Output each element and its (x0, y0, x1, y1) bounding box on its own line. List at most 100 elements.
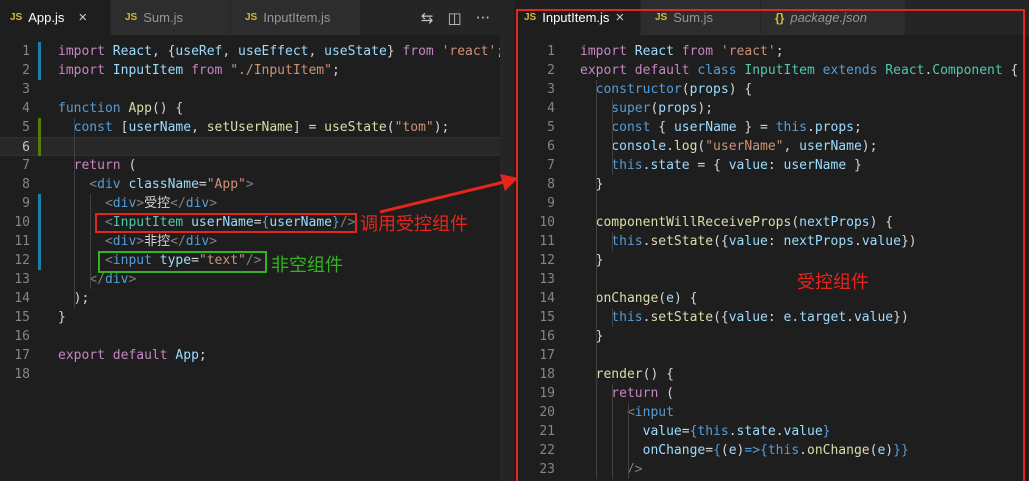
code-token: function (58, 101, 129, 116)
code-token: > (136, 196, 145, 211)
indent-guide (74, 118, 75, 308)
tab-app-js[interactable]: JS App.js × (0, 0, 111, 35)
code-token: , { (151, 44, 176, 59)
code-text: <div>非控</div> (58, 232, 217, 251)
code-token: "tom" (394, 120, 434, 135)
code-token: App (128, 101, 152, 116)
line-number: 16 (14, 329, 30, 344)
code-line[interactable]: 16 (0, 327, 500, 346)
code-line[interactable]: 15} (0, 308, 500, 327)
code-line[interactable]: 3 (0, 80, 500, 99)
line-number: 18 (14, 367, 30, 382)
code-token: < (58, 177, 98, 192)
code-token: </ (58, 272, 105, 287)
code-token: < (58, 234, 113, 249)
tab-label: Sum.js (143, 10, 183, 25)
code-token: ] = (292, 120, 325, 135)
code-token: ; (331, 63, 340, 78)
code-token: React (112, 44, 152, 59)
code-token: } (58, 310, 66, 325)
code-line[interactable]: 7 return ( (0, 156, 500, 175)
line-number: 6 (22, 140, 30, 155)
close-icon[interactable]: × (78, 9, 87, 26)
code-token: } (386, 44, 403, 59)
code-token: ( (128, 158, 137, 173)
line-number: 2 (22, 63, 30, 78)
code-token: > (128, 272, 137, 287)
code-text: const [userName, setUserName] = useState… (58, 118, 450, 137)
controlled-call-highlight-box (95, 213, 357, 233)
left-editor-pane[interactable]: JS App.js × JS Sum.js JS InputItem.js ⇆ … (0, 0, 500, 481)
code-token: import (58, 63, 113, 78)
code-text: export default App; (58, 346, 207, 365)
line-number: 5 (22, 120, 30, 135)
code-line[interactable]: 17 export default App; (0, 346, 500, 365)
controlled-call-annotation: 调用受控组件 (360, 214, 468, 235)
code-token: , (222, 44, 239, 59)
tab-inputitem-js[interactable]: JS InputItem.js (231, 0, 361, 35)
line-number: 10 (14, 215, 30, 230)
code-token: InputItem (112, 63, 184, 78)
code-line[interactable]: 4 function App() { (0, 99, 500, 118)
code-line[interactable]: 5 const [userName, setUserName] = useSta… (0, 118, 500, 137)
code-line[interactable]: 8 <div className="App"> (0, 175, 500, 194)
split-editor-icon[interactable]: ◫ (448, 9, 462, 27)
code-text: <div>受控</div> (58, 194, 217, 213)
git-change-marker[interactable] (38, 194, 41, 270)
code-token: ( (386, 120, 395, 135)
code-token: > (136, 234, 145, 249)
line-number: 15 (14, 310, 30, 325)
code-token: , (191, 120, 207, 135)
code-token: < (58, 196, 113, 211)
code-text: <div className="App"> (58, 175, 253, 194)
code-token: from (183, 63, 231, 78)
code-token: </ (170, 234, 186, 249)
editor-group-divider[interactable] (500, 0, 514, 481)
tab-label: InputItem.js (263, 10, 331, 25)
code-token: App (175, 348, 199, 363)
code-token: default (112, 348, 176, 363)
more-actions-icon[interactable]: ··· (476, 9, 490, 27)
code-text: return ( (58, 156, 137, 175)
code-text: import InputItem from "./InputItem"; (58, 61, 340, 80)
code-token: div (112, 196, 137, 211)
code-token: return (58, 158, 129, 173)
line-number: 4 (22, 101, 30, 116)
code-line[interactable]: 6 (0, 137, 500, 156)
js-file-icon: JS (10, 12, 23, 23)
code-token: div (185, 234, 210, 249)
code-token: "./InputItem" (230, 63, 332, 78)
indent-guide (90, 194, 91, 289)
code-token: div (97, 177, 129, 192)
line-number: 11 (14, 234, 30, 249)
code-line[interactable]: 1 import React, {useRef, useEffect, useSt… (0, 42, 500, 61)
code-token: "App" (206, 177, 246, 192)
tab-label: App.js (28, 10, 65, 25)
code-line[interactable]: 18 (0, 365, 500, 384)
compare-changes-icon[interactable]: ⇆ (421, 9, 434, 27)
line-number: 17 (14, 348, 30, 363)
tab-sum-js[interactable]: JS Sum.js (111, 0, 231, 35)
uncontrolled-highlight-box (98, 251, 267, 273)
git-change-marker[interactable] (38, 42, 41, 80)
code-line[interactable]: 14 ); (0, 289, 500, 308)
controlled-component-box (516, 9, 1025, 481)
js-file-icon: JS (125, 12, 138, 23)
code-token: import (58, 44, 113, 59)
code-token: className (128, 177, 199, 192)
line-number: 13 (14, 272, 30, 287)
code-token: setUserName (206, 120, 293, 135)
code-token: = (198, 177, 207, 192)
code-text: } (58, 308, 66, 327)
line-number: 3 (22, 82, 30, 97)
code-text: import React, {useRef, useEffect, useSta… (58, 42, 500, 61)
code-token: div (112, 234, 137, 249)
git-change-marker[interactable] (38, 118, 41, 156)
code-token: export (58, 348, 113, 363)
line-number: 12 (14, 253, 30, 268)
code-token: from (402, 44, 434, 59)
code-token: div (185, 196, 210, 211)
code-line[interactable]: 2 import InputItem from "./InputItem"; (0, 61, 500, 80)
line-number: 7 (22, 158, 30, 173)
js-file-icon: JS (245, 12, 258, 23)
